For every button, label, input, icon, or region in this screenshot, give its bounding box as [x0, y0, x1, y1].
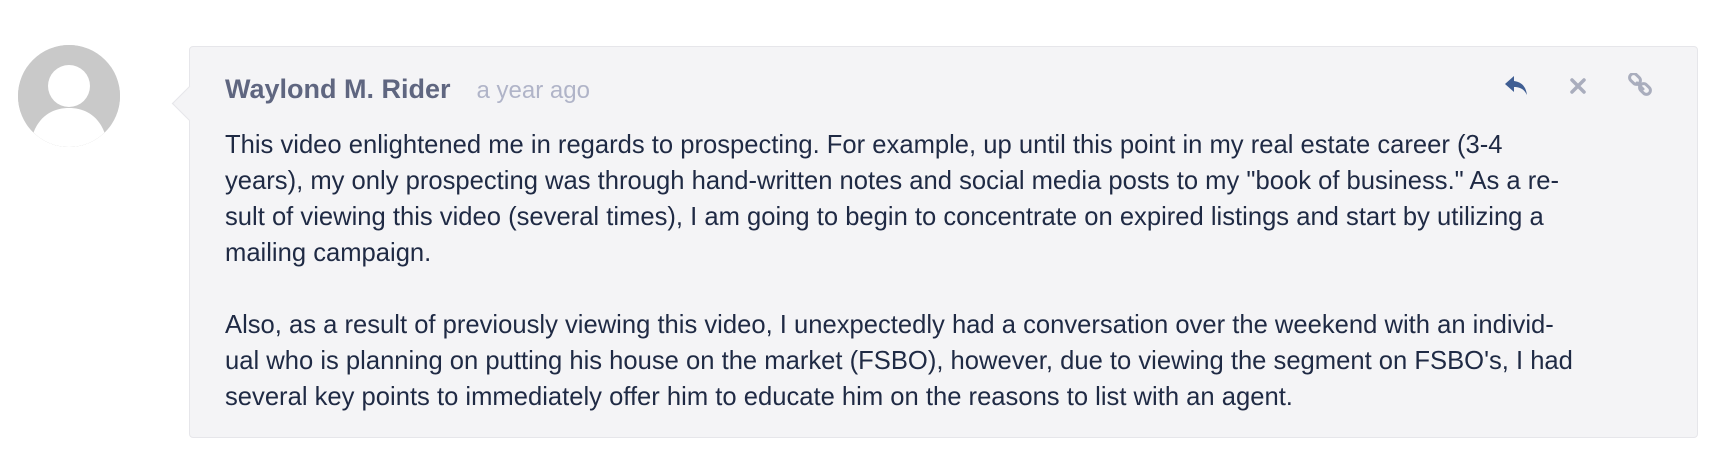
author-name[interactable]: Waylond M. Rider: [225, 74, 451, 105]
comment-bubble: Waylond M. Rider a year ago This video e…: [171, 46, 1698, 438]
comment-paragraph: This video enlightened me in regards to …: [225, 127, 1665, 271]
comment-actions: [1469, 71, 1655, 101]
comment-line: several key points to immediately offer …: [225, 383, 1293, 411]
reply-button[interactable]: [1501, 71, 1531, 101]
comment-line: This video enlightened me in regards to …: [225, 131, 1503, 159]
permalink-button[interactable]: [1625, 71, 1655, 101]
comment-line: Also, as a result of previously viewing …: [225, 311, 1554, 339]
link-icon: [1628, 73, 1652, 96]
comment-header: Waylond M. Rider a year ago: [225, 74, 590, 105]
comment-line: years), my only prospecting was through …: [225, 167, 1560, 195]
avatar[interactable]: [18, 45, 120, 147]
comment-item: Waylond M. Rider a year ago This video e…: [0, 0, 1736, 474]
comment-body: This video enlightened me in regards to …: [225, 127, 1665, 415]
comment-line: sult of viewing this video (several time…: [225, 203, 1544, 231]
reply-icon: [1505, 76, 1527, 95]
comment-line: mailing campaign.: [225, 239, 432, 267]
comment-line: ual who is planning on putting his house…: [225, 347, 1573, 375]
bubble-pointer: [171, 85, 208, 122]
close-icon: [1570, 78, 1586, 94]
user-silhouette-icon: [18, 45, 120, 147]
comment-timestamp[interactable]: a year ago: [477, 77, 590, 105]
comment-paragraph: Also, as a result of previously viewing …: [225, 307, 1665, 415]
delete-button[interactable]: [1563, 71, 1593, 101]
